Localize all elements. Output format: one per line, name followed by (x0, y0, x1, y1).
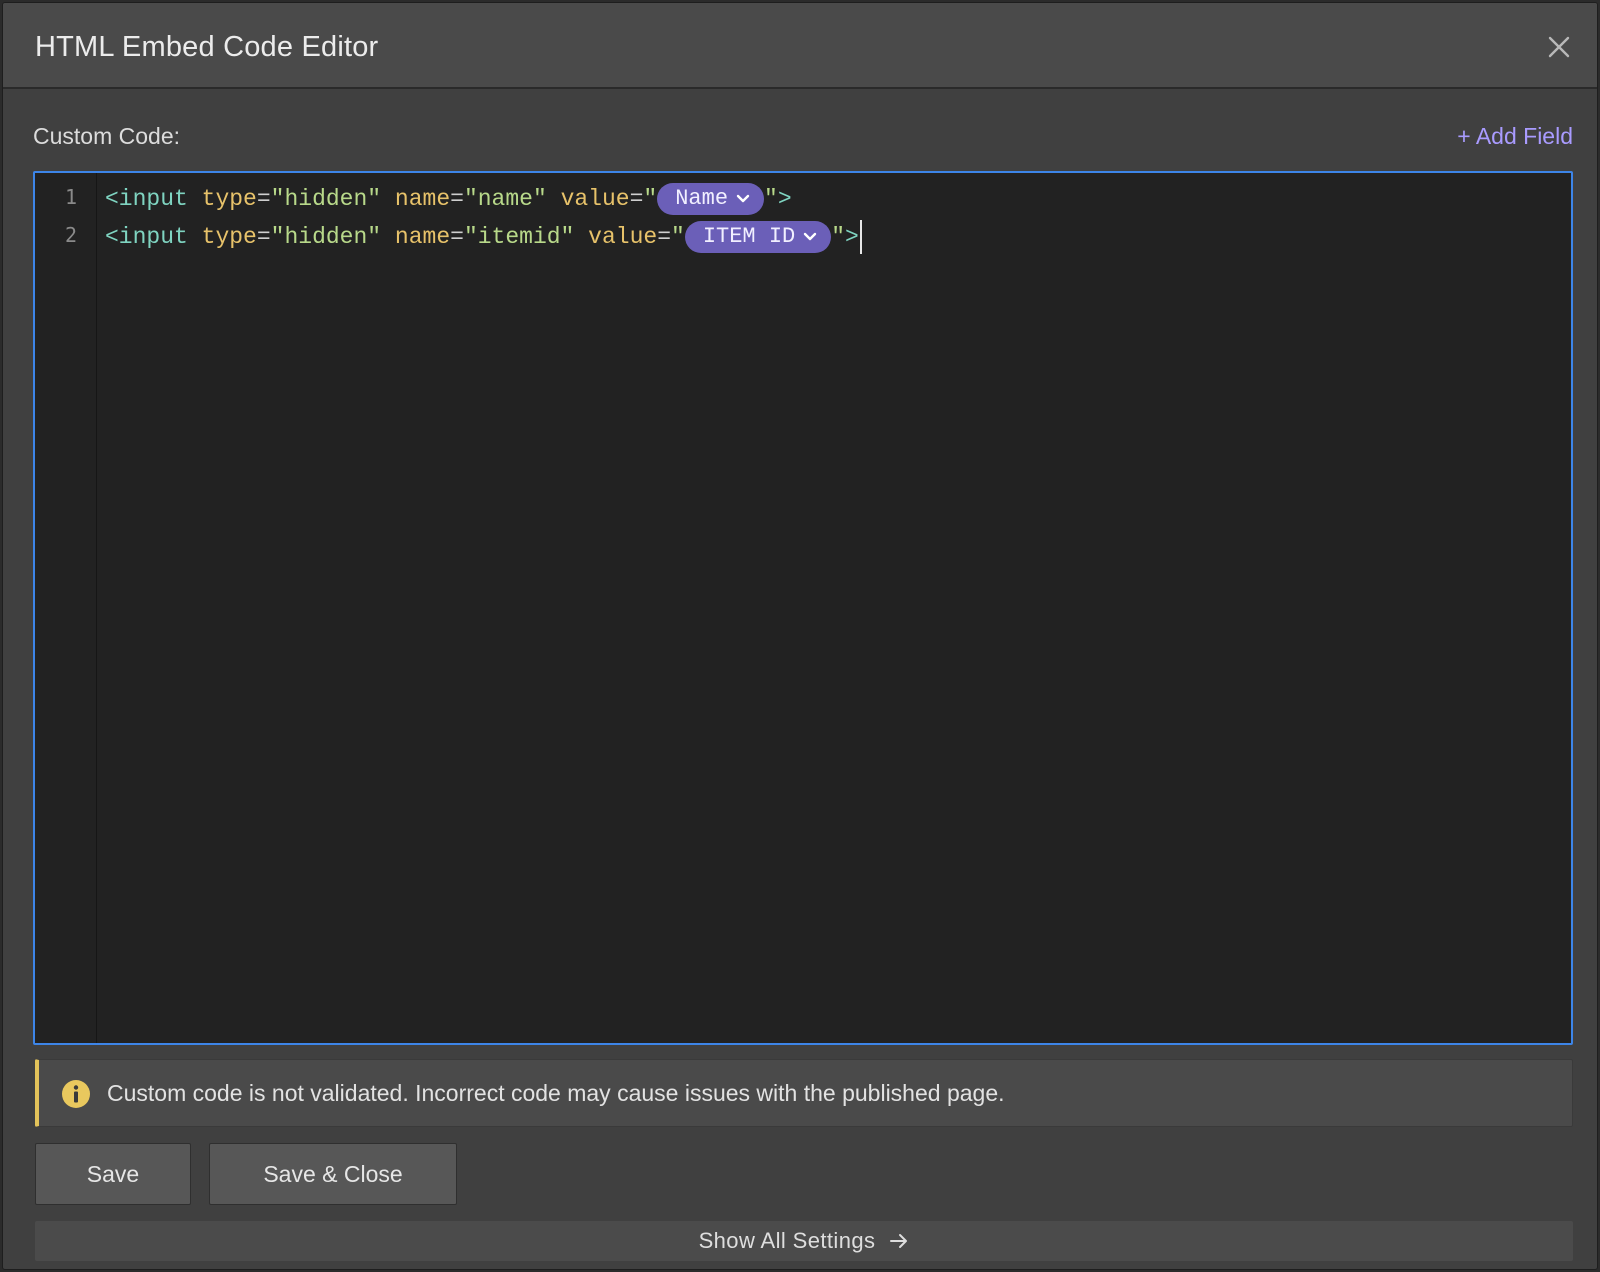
code-editor[interactable]: 1 2 <input type = "hidden" name = "name" val… (33, 171, 1573, 1045)
field-pill-item-id[interactable]: ITEM ID (684, 221, 832, 253)
code-token: " (671, 224, 685, 250)
code-token: name (394, 186, 451, 212)
code-token: "hidden" (270, 186, 382, 212)
code-token: = (450, 224, 464, 250)
text-cursor (859, 220, 862, 254)
arrow-right-icon (890, 1234, 908, 1248)
code-area[interactable]: <input type = "hidden" name = "name" value = "… (105, 173, 1571, 1043)
code-line[interactable]: <input type = "hidden" name = "name" value = "… (105, 181, 792, 217)
code-token: " (643, 186, 658, 212)
dialog-title: HTML Embed Code Editor (35, 31, 379, 63)
code-token: > (845, 224, 859, 250)
custom-code-label: Custom Code: (33, 123, 181, 149)
dialog-header: HTML Embed Code Editor (3, 3, 1597, 89)
html-embed-dialog: HTML Embed Code Editor Custom Code: + Ad… (2, 2, 1598, 1270)
save-button[interactable]: Save (35, 1143, 191, 1205)
code-token: = (629, 186, 644, 212)
custom-code-label-row: Custom Code: + Add Field (33, 121, 1573, 153)
code-token: name (394, 224, 451, 250)
chevron-down-icon (736, 194, 750, 203)
chevron-down-icon (804, 232, 817, 241)
line-number-gutter: 1 2 (35, 173, 97, 1043)
code-token: value (560, 186, 630, 212)
show-all-settings-button[interactable]: Show All Settings (35, 1221, 1573, 1261)
code-token: value (588, 224, 658, 250)
save-and-close-button[interactable]: Save & Close (209, 1143, 457, 1205)
code-token: <input (105, 186, 188, 212)
code-token: type (201, 224, 257, 250)
notice-text: Custom code is not validated. Incorrect … (107, 1080, 1005, 1106)
code-token: "name" (463, 186, 547, 212)
code-line[interactable]: <input type = "hidden" name = "itemid" value… (105, 219, 862, 255)
code-token: "hidden" (270, 224, 382, 250)
close-button[interactable] (1541, 29, 1577, 65)
code-token: "itemid" (463, 224, 575, 250)
field-pill-name[interactable]: Name (657, 183, 765, 215)
line-number: 2 (64, 223, 77, 247)
code-token: = (256, 224, 271, 250)
code-token: > (777, 186, 792, 212)
code-token: type (201, 186, 257, 212)
code-token: " (831, 224, 846, 250)
code-token: = (450, 186, 464, 212)
code-token: <input (105, 224, 188, 250)
code-token: = (256, 186, 271, 212)
show-all-settings-label: Show All Settings (698, 1228, 876, 1253)
field-pill-label: ITEM ID (702, 224, 796, 249)
add-field-link[interactable]: + Add Field (1457, 123, 1573, 150)
close-icon (1548, 36, 1570, 58)
code-token: " (764, 186, 778, 212)
line-number: 1 (64, 185, 77, 209)
code-token: = (657, 224, 671, 250)
validation-notice: Custom code is not validated. Incorrect … (35, 1059, 1573, 1127)
info-icon (62, 1080, 90, 1108)
field-pill-label: Name (675, 186, 729, 211)
